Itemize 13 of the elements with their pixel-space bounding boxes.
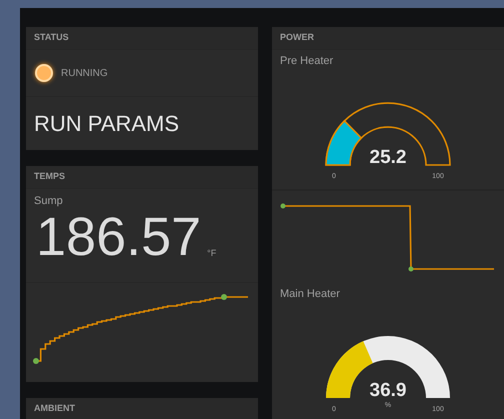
panel-title: AMBIENT	[34, 402, 75, 416]
panel-title: TEMPS	[34, 170, 66, 184]
gauge-value: 36.9	[370, 380, 406, 401]
status-label: RUNNING	[61, 66, 108, 80]
gauge-value: 25.2	[370, 147, 406, 168]
unit-label: °F	[207, 246, 216, 260]
panel-title: POWER	[280, 31, 314, 44]
sensor-label: Sump	[34, 195, 63, 207]
temperature-value: 186.57	[36, 210, 202, 264]
gauge-label: Main Heater	[280, 288, 340, 300]
panel-title: STATUS	[34, 31, 69, 44]
heading: RUN PARAMS	[34, 110, 180, 138]
gauge-label: Pre Heater	[280, 55, 334, 67]
